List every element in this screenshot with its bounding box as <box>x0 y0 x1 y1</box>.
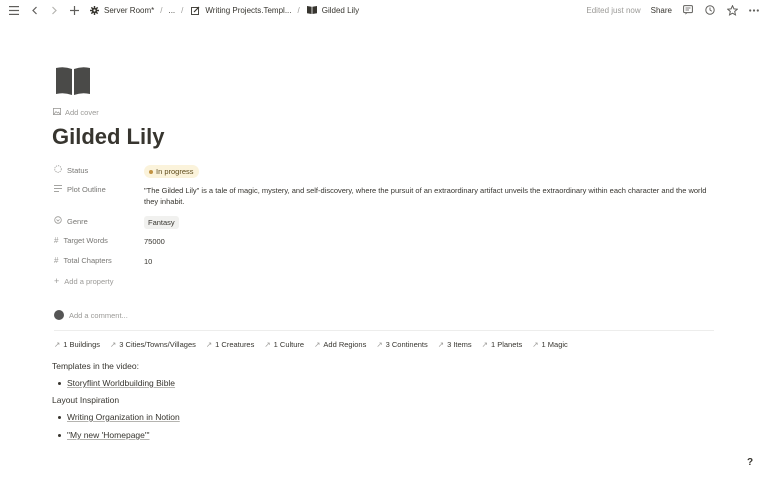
history-clock-icon[interactable] <box>704 4 716 16</box>
gear-icon <box>88 4 100 16</box>
arrow-up-right-icon: ↗ <box>264 340 271 349</box>
property-label: Plot Outline <box>67 185 106 194</box>
add-cover-label: Add cover <box>65 108 99 117</box>
relations-row: ↗ 1 Buildings ↗ 3 Cities/Towns/Villages ↗ 1… <box>54 340 568 349</box>
book-icon <box>306 4 318 16</box>
breadcrumb-separator: / <box>181 5 184 15</box>
relation-label: 1 Culture <box>273 340 305 349</box>
relation-label: 1 Buildings <box>63 340 100 349</box>
edit-icon <box>189 4 201 16</box>
share-button[interactable]: Share <box>651 6 672 15</box>
link-storyflint[interactable]: Storyflint Worldbuilding Bible <box>67 378 175 388</box>
properties-panel: Status In progress Plot Outline "The Gil… <box>54 162 734 293</box>
list-item[interactable]: Writing Organization in Notion <box>58 412 180 422</box>
breadcrumb-current-page[interactable]: Gilded Lily <box>322 6 359 15</box>
relation-label: 1 Magic <box>541 340 568 349</box>
back-icon[interactable] <box>28 4 40 16</box>
relation-buildings[interactable]: ↗ 1 Buildings <box>54 340 100 349</box>
genre-tag[interactable]: Fantasy <box>144 216 179 229</box>
text-lines-icon <box>54 185 62 194</box>
relation-label: 1 Creatures <box>215 340 255 349</box>
add-property-label: Add a property <box>64 276 114 286</box>
number-hash-icon: # <box>54 256 59 265</box>
property-target-words[interactable]: # Target Words 75000 <box>54 233 734 253</box>
list-item[interactable]: Storyflint Worldbuilding Bible <box>58 378 175 388</box>
relation-regions[interactable]: ↗ Add Regions <box>314 340 366 349</box>
arrow-up-right-icon: ↗ <box>532 340 539 349</box>
avatar <box>54 310 64 320</box>
breadcrumb-server-room[interactable]: Server Room* <box>104 6 154 15</box>
target-words-value[interactable]: 75000 <box>144 233 734 247</box>
comment-placeholder: Add a comment... <box>69 310 128 320</box>
property-status[interactable]: Status In progress <box>54 162 734 182</box>
relation-label: 1 Planets <box>490 340 523 349</box>
comment-input[interactable]: Add a comment... <box>54 310 128 320</box>
more-options-icon[interactable] <box>748 4 760 16</box>
status-icon <box>54 165 62 175</box>
breadcrumb-ellipsis[interactable]: ... <box>168 6 175 15</box>
arrow-up-right-icon: ↗ <box>376 340 383 349</box>
arrow-up-right-icon: ↗ <box>314 340 321 349</box>
property-total-chapters[interactable]: # Total Chapters 10 <box>54 253 734 273</box>
property-genre[interactable]: Genre Fantasy <box>54 213 734 233</box>
select-icon <box>54 216 62 226</box>
relation-label: 3 Cities/Towns/Villages <box>119 340 196 349</box>
relation-cities[interactable]: ↗ 3 Cities/Towns/Villages <box>110 340 196 349</box>
property-plot-outline[interactable]: Plot Outline "The Gilded Lily" is a tale… <box>54 182 734 213</box>
status-badge[interactable]: In progress <box>144 165 199 178</box>
layout-heading: Layout Inspiration <box>52 395 120 405</box>
add-cover-button[interactable]: Add cover <box>53 108 99 117</box>
comments-icon[interactable] <box>682 4 694 16</box>
relation-magic[interactable]: ↗ 1 Magic <box>532 340 568 349</box>
add-property-button[interactable]: + Add a property <box>54 273 734 293</box>
relation-planets[interactable]: ↗ 1 Planets <box>482 340 523 349</box>
arrow-up-right-icon: ↗ <box>437 340 445 349</box>
relation-creatures[interactable]: ↗ 1 Creatures <box>206 340 254 349</box>
link-writing-organization[interactable]: Writing Organization in Notion <box>67 412 180 422</box>
status-dot <box>149 169 153 174</box>
forward-icon[interactable] <box>48 4 60 16</box>
breadcrumb-separator: / <box>297 5 300 15</box>
bullet <box>58 415 61 419</box>
list-item[interactable]: "My new 'Homepage'" <box>58 430 150 440</box>
page-book-icon[interactable] <box>54 66 92 96</box>
bullet <box>58 433 61 437</box>
property-label: Status <box>67 165 89 175</box>
total-chapters-value[interactable]: 10 <box>144 253 734 267</box>
image-icon <box>53 108 61 117</box>
new-page-plus-icon[interactable] <box>68 4 80 16</box>
edited-status: Edited just now <box>586 5 641 15</box>
templates-heading: Templates in the video: <box>52 361 139 371</box>
arrow-up-right-icon: ↗ <box>205 340 213 349</box>
help-button[interactable]: ? <box>742 454 758 470</box>
relation-label: 3 Items <box>447 340 472 349</box>
relation-continents[interactable]: ↗ 3 Continents <box>376 340 427 349</box>
plot-outline-value[interactable]: "The Gilded Lily" is a tale of magic, my… <box>144 182 734 207</box>
property-label: Target Words <box>63 236 108 245</box>
link-my-new-homepage[interactable]: "My new 'Homepage'" <box>67 430 150 440</box>
arrow-up-right-icon: ↗ <box>54 340 61 349</box>
property-label: Genre <box>67 216 88 226</box>
plus-icon: + <box>54 276 60 286</box>
breadcrumb: Server Room* / ... / Writing Projects.Te… <box>88 4 359 16</box>
relation-culture[interactable]: ↗ 1 Culture <box>264 340 304 349</box>
arrow-up-right-icon: ↗ <box>481 340 488 349</box>
number-hash-icon: # <box>54 236 59 245</box>
property-label: Total Chapters <box>63 256 112 265</box>
status-value: In progress <box>156 167 194 176</box>
arrow-up-right-icon: ↗ <box>110 340 117 349</box>
top-bar: Server Room* / ... / Writing Projects.Te… <box>0 0 768 20</box>
relation-label: 3 Continents <box>385 340 428 349</box>
bullet <box>58 381 61 385</box>
relation-label: Add Regions <box>323 340 367 349</box>
divider <box>54 330 714 331</box>
menu-icon[interactable] <box>8 4 20 16</box>
relation-items[interactable]: ↗ 3 Items <box>438 340 472 349</box>
breadcrumb-separator: / <box>160 5 163 15</box>
page-title[interactable]: Gilded Lily <box>52 124 164 150</box>
star-icon[interactable] <box>726 4 738 16</box>
breadcrumb-writing-projects[interactable]: Writing Projects.Templ... <box>205 6 291 15</box>
